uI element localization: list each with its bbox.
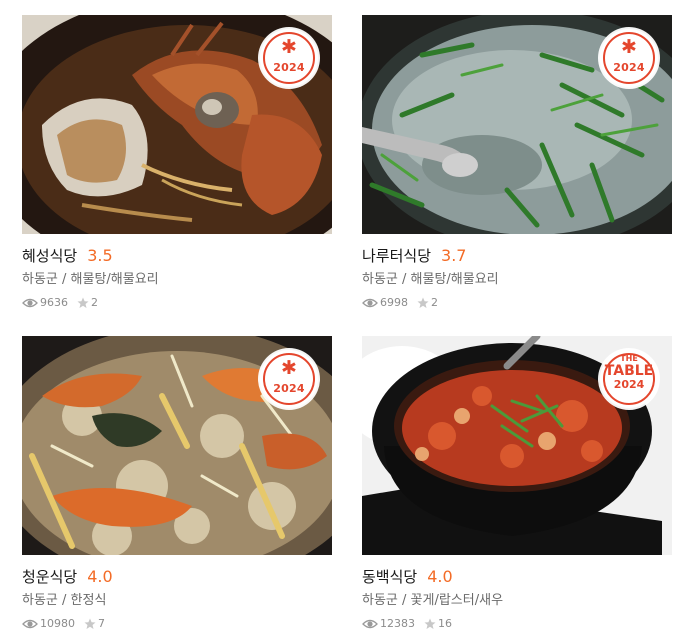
restaurant-photo[interactable]: ✱ 2024 <box>362 15 672 234</box>
review-count: 2 <box>91 296 98 309</box>
restaurant-name[interactable]: 나루터식당 <box>362 247 431 265</box>
restaurant-card[interactable]: ✱ 2024 나루터식당 3.7 하동군 / 해물탕/해물요리 6998 2 <box>362 15 672 310</box>
star-icon <box>77 297 89 308</box>
restaurant-info: 하동군 / 해물탕/해물요리 <box>22 271 332 289</box>
view-count: 6998 <box>380 296 408 309</box>
star-icon <box>424 618 436 629</box>
view-count: 12383 <box>380 617 415 630</box>
award-badge: THE TABLE 2024 <box>600 350 658 408</box>
award-badge: ✱ 2024 <box>600 29 658 87</box>
badge-year: 2024 <box>273 61 305 74</box>
restaurant-photo[interactable]: ✱ 2024 <box>22 15 332 234</box>
restaurant-stats: 9636 2 <box>22 296 332 310</box>
restaurant-location: 하동군 <box>362 272 398 287</box>
restaurant-location: 하동군 <box>362 593 398 608</box>
restaurant-stats: 10980 7 <box>22 617 332 631</box>
restaurant-stats: 6998 2 <box>362 296 672 310</box>
eye-icon <box>22 619 38 629</box>
award-star-icon: ✱ <box>621 36 637 58</box>
restaurant-category: 해물탕/해물요리 <box>410 272 499 287</box>
badge-year: 2024 <box>273 382 305 395</box>
restaurant-category: 한정식 <box>70 593 107 608</box>
restaurant-location: 하동군 <box>22 593 58 608</box>
badge-year: 2024 <box>613 378 645 391</box>
restaurant-name[interactable]: 청운식당 <box>22 568 77 586</box>
restaurant-card[interactable]: ✱ 2024 혜성식당 3.5 하동군 / 해물탕/해물요리 9636 2 <box>22 15 332 310</box>
restaurant-location: 하동군 <box>22 272 58 287</box>
eye-icon <box>22 298 38 308</box>
info-separator: / <box>397 593 411 608</box>
restaurant-card[interactable]: THE TABLE 2024 동백식당 4.0 하동군 / 꽃게/랍스터/새우 1… <box>362 336 672 631</box>
review-count: 16 <box>438 617 452 630</box>
eye-icon <box>362 619 378 629</box>
view-count: 10980 <box>40 617 75 630</box>
info-separator: / <box>397 272 411 287</box>
restaurant-rating: 4.0 <box>87 567 113 586</box>
restaurant-category: 해물탕/해물요리 <box>70 272 159 287</box>
restaurant-name[interactable]: 동백식당 <box>362 568 417 586</box>
award-star-icon: ✱ <box>281 357 297 379</box>
restaurant-rating: 3.5 <box>87 246 113 265</box>
award-badge: ✱ 2024 <box>260 350 318 408</box>
award-badge: ✱ 2024 <box>260 29 318 87</box>
review-count: 7 <box>98 617 105 630</box>
restaurant-category: 꽃게/랍스터/새우 <box>410 593 504 608</box>
star-icon <box>84 618 96 629</box>
restaurant-name[interactable]: 혜성식당 <box>22 247 77 265</box>
badge-line-1: THE <box>620 354 638 363</box>
restaurant-photo[interactable]: THE TABLE 2024 <box>362 336 672 555</box>
eye-icon <box>362 298 378 308</box>
restaurant-info: 하동군 / 해물탕/해물요리 <box>362 271 672 289</box>
badge-year: 2024 <box>613 61 645 74</box>
restaurant-card[interactable]: ✱ 2024 청운식당 4.0 하동군 / 한정식 10980 7 <box>22 336 332 631</box>
view-count: 9636 <box>40 296 68 309</box>
restaurant-rating: 3.7 <box>441 246 467 265</box>
info-separator: / <box>57 272 71 287</box>
restaurant-info: 하동군 / 한정식 <box>22 592 332 610</box>
restaurant-info: 하동군 / 꽃게/랍스터/새우 <box>362 592 672 610</box>
award-star-icon: ✱ <box>281 36 297 58</box>
info-separator: / <box>57 593 71 608</box>
review-count: 2 <box>431 296 438 309</box>
restaurant-photo[interactable]: ✱ 2024 <box>22 336 332 555</box>
star-icon <box>417 297 429 308</box>
restaurant-rating: 4.0 <box>427 567 453 586</box>
badge-line-2: TABLE <box>604 363 654 379</box>
the-table-badge: THE TABLE 2024 <box>600 354 658 391</box>
restaurant-stats: 12383 16 <box>362 617 672 631</box>
